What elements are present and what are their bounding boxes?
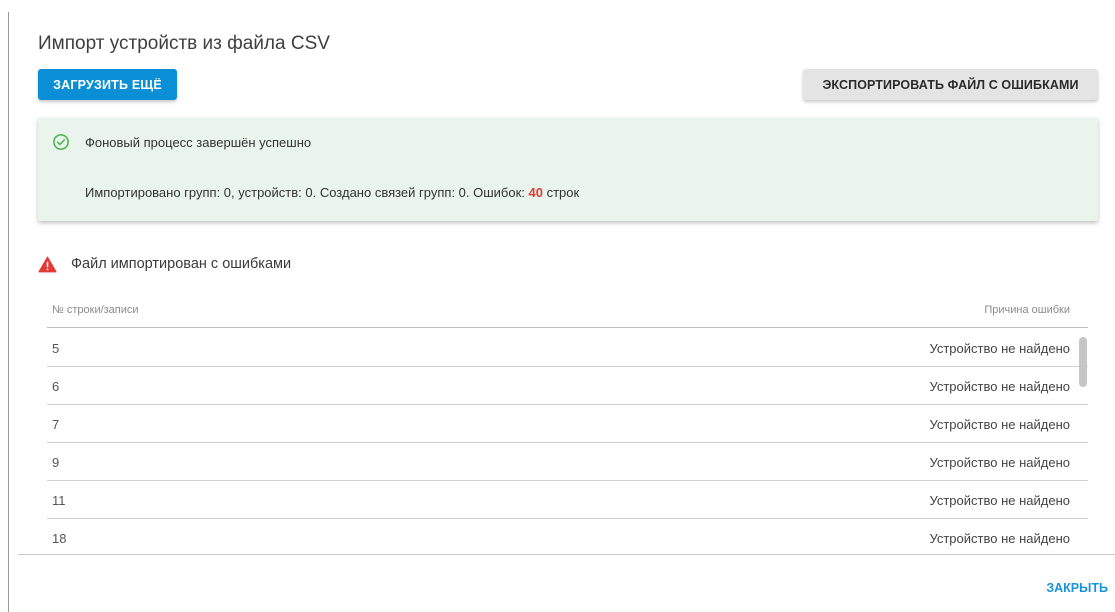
import-dialog: Импорт устройств из файла CSV ЗАГРУЗИТЬ … [0,0,1115,612]
table-row: 18 Устройство не найдено [47,519,1088,554]
status-detail: Импортировано групп: 0, устройств: 0. Со… [85,185,579,200]
column-header-reason: Причина ошибки [984,304,1070,316]
row-line-number: 7 [52,417,60,432]
row-error-reason: Устройство не найдено [929,493,1070,508]
row-line-number: 18 [52,531,67,546]
row-error-reason: Устройство не найдено [929,531,1070,546]
table-row: 7 Устройство не найдено [47,405,1088,443]
table-row: 5 Устройство не найдено [47,329,1088,367]
row-line-number: 11 [52,493,66,508]
upload-more-button[interactable]: ЗАГРУЗИТЬ ЕЩЁ [38,69,177,100]
table-row: 9 Устройство не найдено [47,443,1088,481]
status-panel: Фоновый процесс завершён успешно Импорти… [38,118,1098,221]
row-line-number: 6 [52,379,60,394]
row-error-reason: Устройство не найдено [929,341,1070,356]
table-scrollbar-thumb[interactable] [1079,337,1087,387]
warning-triangle-icon [38,256,57,272]
row-error-reason: Устройство не найдено [929,455,1070,470]
error-count: 40 [528,185,543,200]
row-error-reason: Устройство не найдено [929,379,1070,394]
status-detail-text: Импортировано групп: 0, устройств: 0. Со… [85,185,529,200]
status-detail-suffix: строк [542,185,580,200]
check-circle-icon [53,134,69,150]
export-errors-button[interactable]: ЭКСПОРТИРОВАТЬ ФАЙЛ С ОШИБКАМИ [803,69,1098,100]
dialog-title: Импорт устройств из файла CSV [38,33,330,54]
row-line-number: 5 [52,341,60,356]
table-row: 11 Устройство не найдено [47,481,1088,519]
warning-label: Файл импортирован с ошибками [71,256,292,272]
status-title: Фоновый процесс завершён успешно [85,135,312,150]
row-line-number: 9 [52,455,60,470]
table-row: 6 Устройство не найдено [47,367,1088,405]
errors-table-body[interactable]: 5 Устройство не найдено 6 Устройство не … [47,329,1088,554]
close-button[interactable]: ЗАКРЫТЬ [1022,574,1108,602]
warning-row: Файл импортирован с ошибками [38,254,291,274]
row-error-reason: Устройство не найдено [929,417,1070,432]
column-header-line: № строки/записи [52,304,139,316]
errors-table-header: № строки/записи Причина ошибки [47,304,1088,328]
footer-divider [18,554,1115,555]
